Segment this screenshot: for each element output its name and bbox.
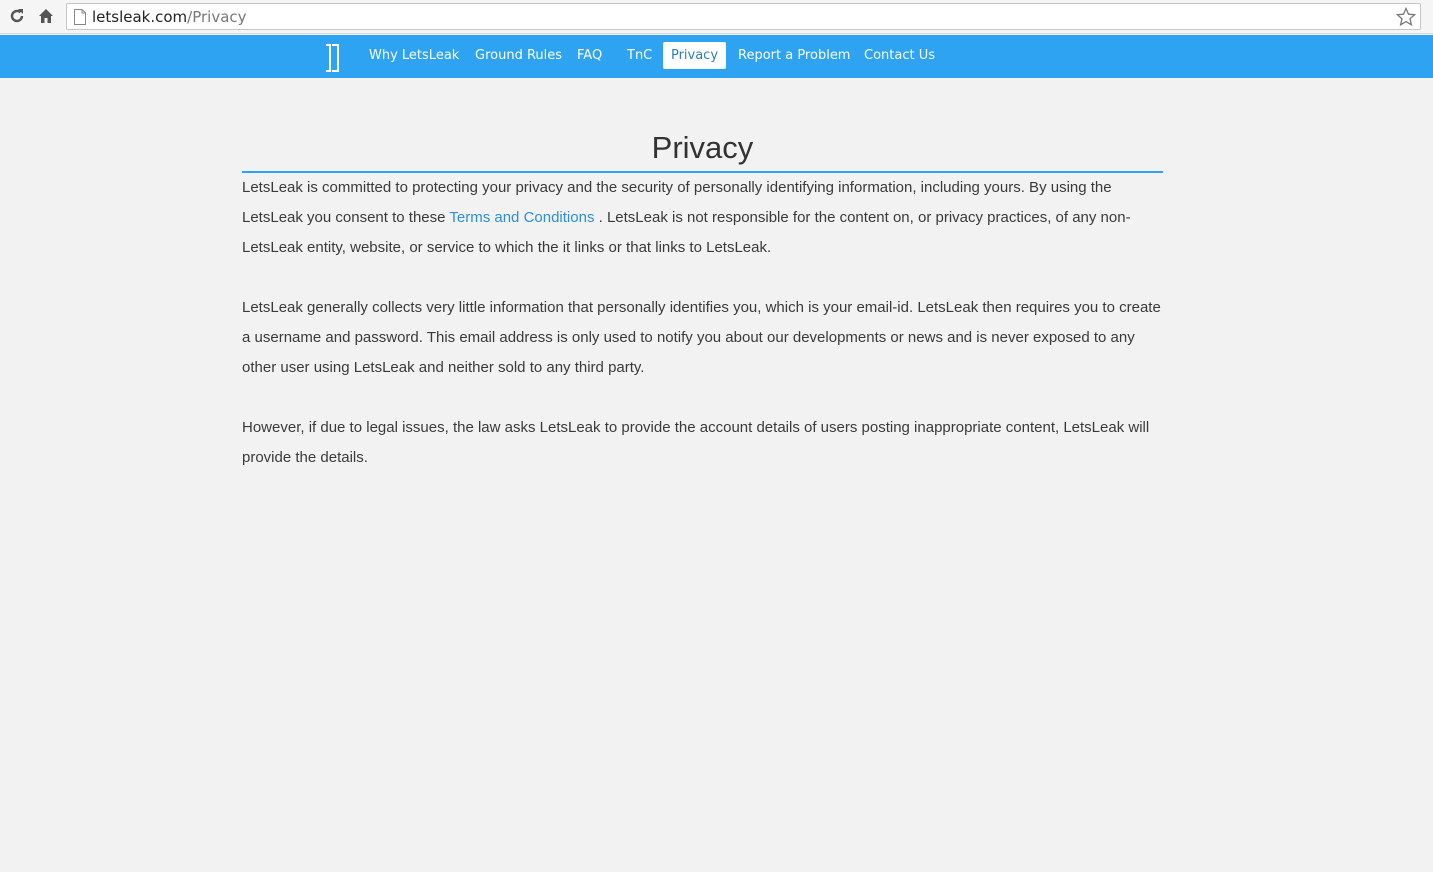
page-icon [74,9,86,25]
reload-icon[interactable] [6,5,28,27]
main-content: Privacy LetsLeak is committed to protect… [242,78,1163,473]
address-bar[interactable]: letsleak.com/Privacy [66,3,1421,30]
terms-and-conditions-link[interactable]: Terms and Conditions [449,209,594,226]
browser-toolbar: letsleak.com/Privacy [0,0,1433,34]
site-navbar: Why LetsLeak Ground Rules FAQ TnC Privac… [0,35,1433,78]
privacy-paragraph-3: However, if due to legal issues, the law… [242,419,1150,466]
nav-ground-rules[interactable]: Ground Rules [475,42,562,69]
url-path: /Privacy [187,8,247,26]
nav-contact-us[interactable]: Contact Us [864,42,935,69]
url-domain: letsleak.com [92,8,188,26]
privacy-paragraph-2: LetsLeak generally collects very little … [242,299,1161,376]
home-icon[interactable] [35,5,57,27]
nav-privacy[interactable]: Privacy [663,42,726,69]
nav-why-letsleak[interactable]: Why LetsLeak [369,42,459,69]
page-title: Privacy [242,129,1163,173]
nav-faq[interactable]: FAQ [577,42,602,69]
privacy-paragraph-1: LetsLeak is committed to protecting your… [242,173,1163,263]
nav-report-a-problem[interactable]: Report a Problem [738,42,850,69]
nav-tnc[interactable]: TnC [627,42,652,69]
star-icon[interactable] [1396,7,1416,27]
letsleak-logo[interactable] [324,43,340,73]
url-text: letsleak.com/Privacy [92,8,247,26]
